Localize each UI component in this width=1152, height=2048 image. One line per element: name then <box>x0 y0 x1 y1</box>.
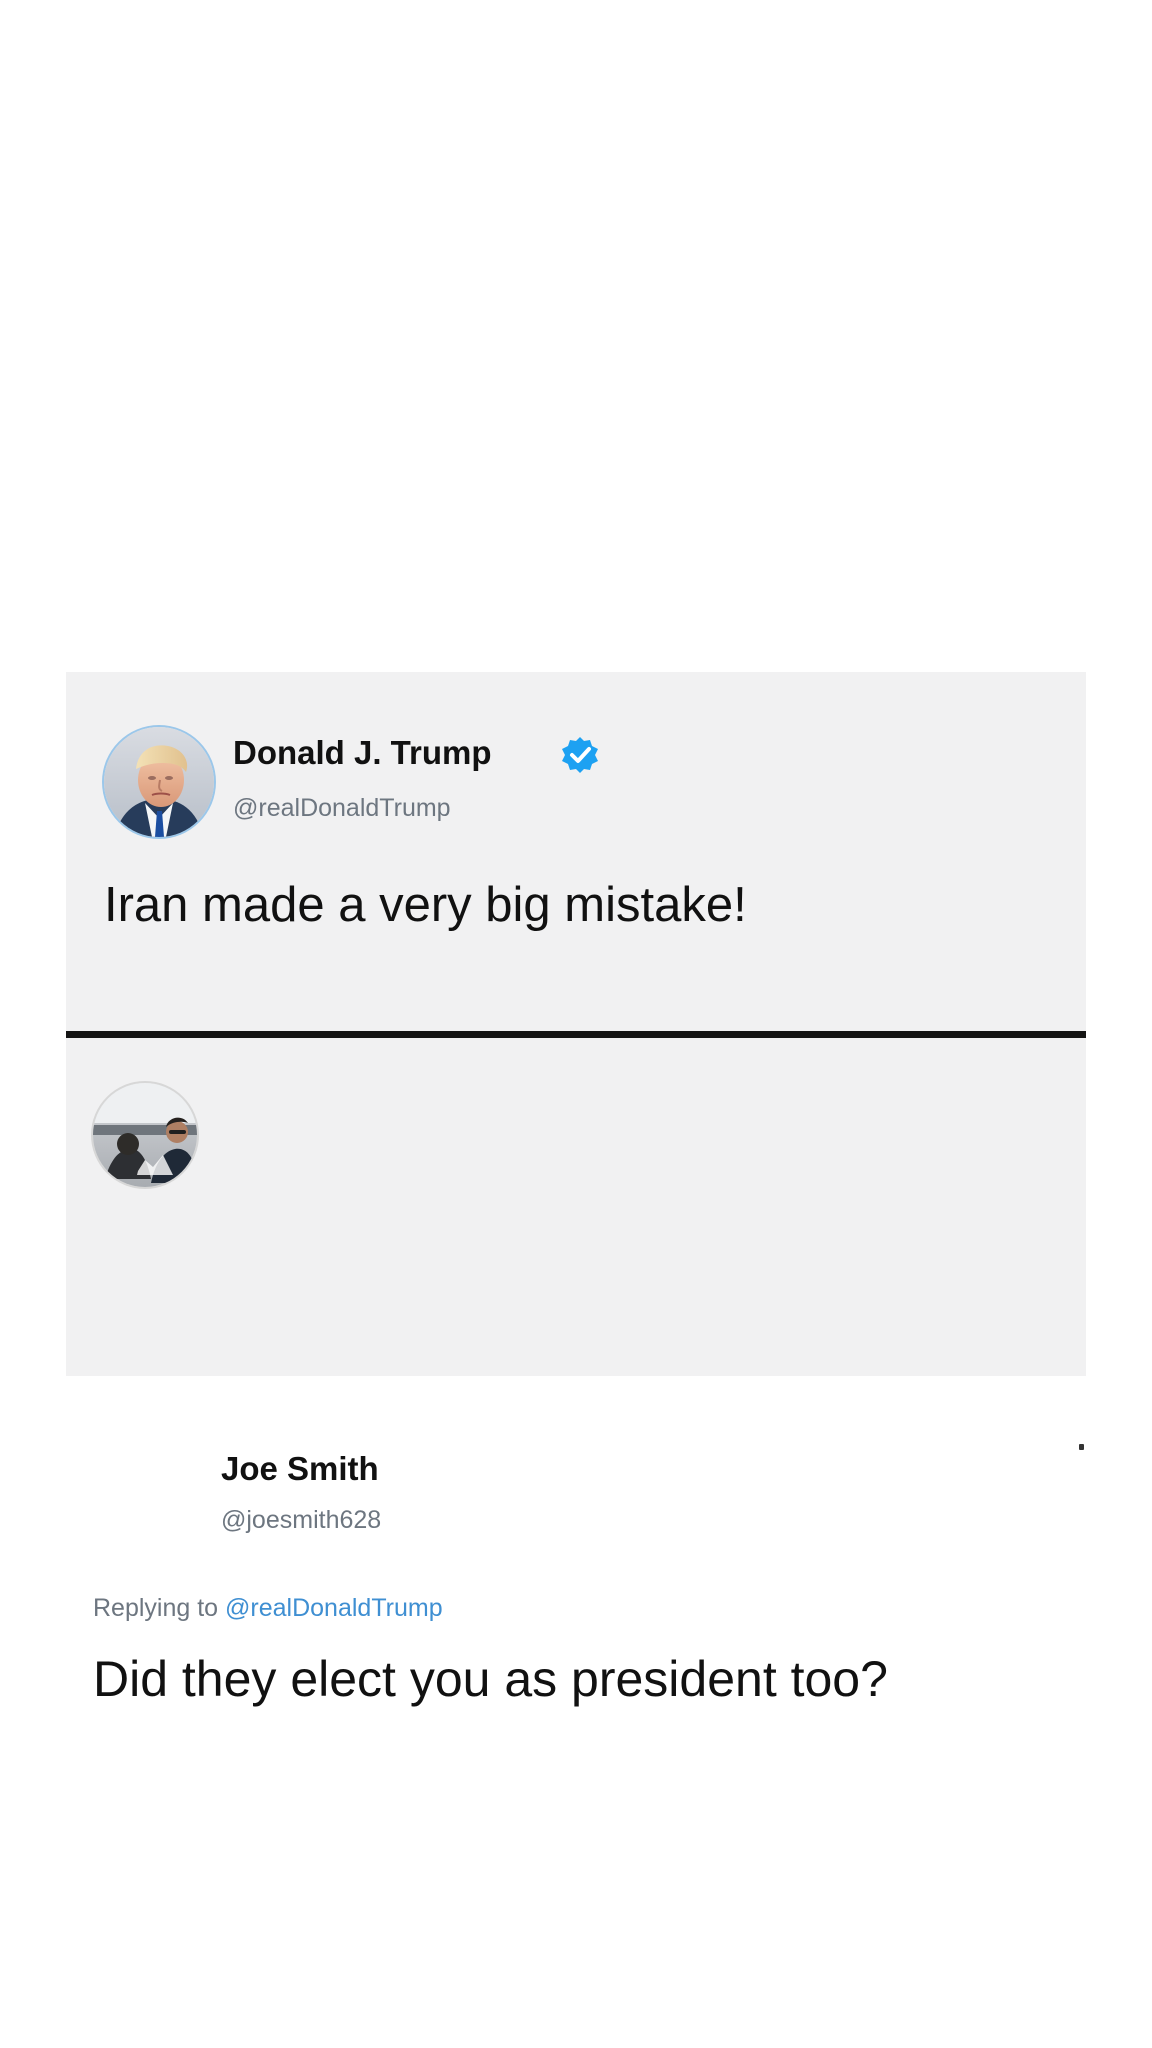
reply-tweet-text: Did they elect you as president too? <box>93 1651 888 1707</box>
original-author-handle[interactable]: @realDonaldTrump <box>233 794 451 823</box>
reply-tweet-card[interactable]: Joe Smith @joesmith628 Replying to @real… <box>66 1038 1086 1707</box>
joe-avatar-icon[interactable] <box>93 1083 197 1187</box>
replying-to-line: Replying to @realDonaldTrump <box>93 1594 443 1623</box>
original-tweet-text: Iran made a very big mistake! <box>104 878 747 932</box>
replying-to-label: Replying to <box>93 1594 219 1622</box>
reply-author-name[interactable]: Joe Smith <box>221 1450 379 1488</box>
tweet-screenshot-composite: Donald J. Trump @realDonaldTrump Iran ma… <box>66 672 1086 1707</box>
verified-badge-icon <box>562 737 598 773</box>
tweet-menu-indicator <box>1079 1444 1084 1450</box>
tweet-divider <box>66 1031 1086 1038</box>
original-author-name[interactable]: Donald J. Trump <box>233 734 492 772</box>
replying-to-handle-link[interactable]: @realDonaldTrump <box>225 1594 443 1622</box>
reply-author-handle[interactable]: @joesmith628 <box>221 1506 381 1535</box>
trump-avatar-icon[interactable] <box>104 727 214 837</box>
original-tweet-card[interactable]: Donald J. Trump @realDonaldTrump Iran ma… <box>66 672 1086 1031</box>
